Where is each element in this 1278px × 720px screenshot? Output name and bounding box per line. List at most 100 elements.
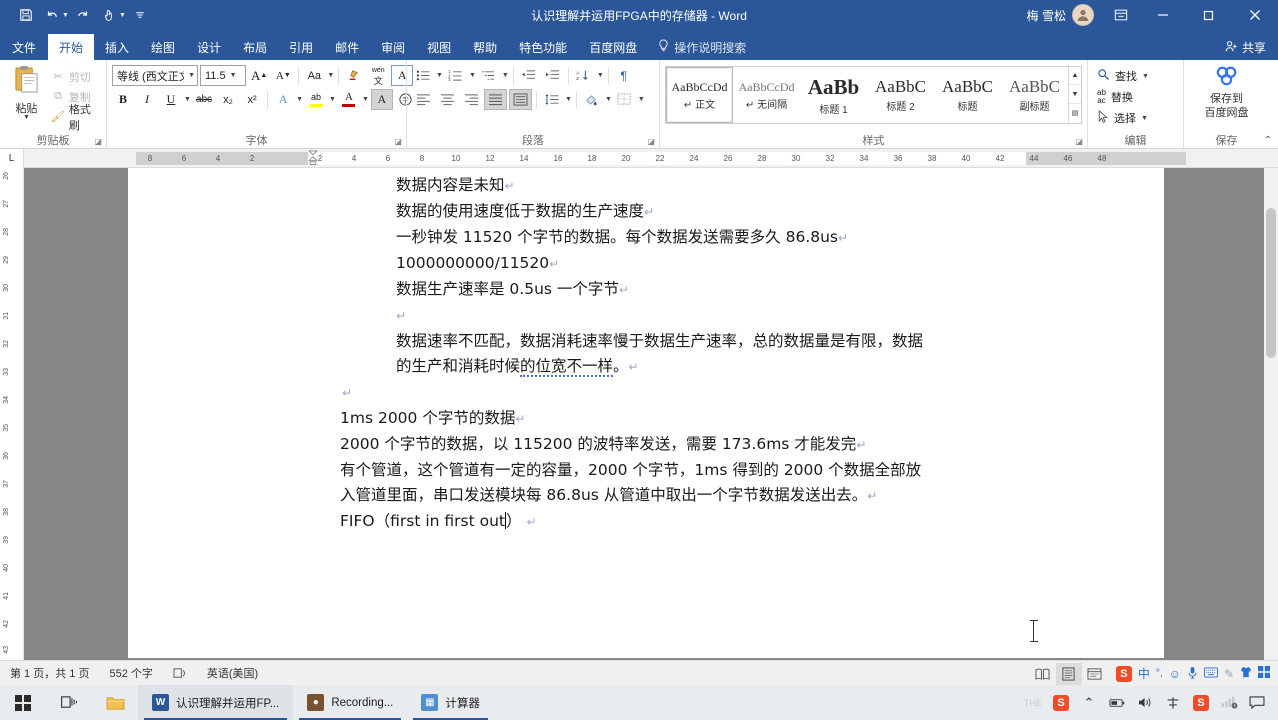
styles-scroll-down-icon[interactable]: ▼	[1069, 86, 1081, 104]
volume-icon[interactable]	[1132, 685, 1158, 720]
paste-button[interactable]: 粘贴 ▼	[5, 63, 48, 121]
customize-qat-icon[interactable]	[128, 4, 152, 26]
italic-button[interactable]: I	[136, 89, 158, 110]
font-color-dropdown-icon[interactable]: ▼	[362, 96, 369, 103]
view-read-mode-button[interactable]	[1030, 663, 1056, 685]
view-print-layout-button[interactable]	[1055, 662, 1082, 685]
text-effects-dropdown-icon[interactable]: ▼	[296, 96, 303, 103]
multilevel-list-button[interactable]	[478, 65, 500, 86]
shading-dropdown-icon[interactable]: ▼	[605, 96, 612, 103]
font-size-dropdown-icon[interactable]: ▼	[228, 72, 237, 79]
file-explorer-button[interactable]	[92, 685, 138, 720]
account-info[interactable]: 梅 雪松	[1019, 0, 1102, 30]
line-spacing-dropdown-icon[interactable]: ▼	[565, 96, 572, 103]
tab-baidu-netdisk[interactable]: 百度网盘	[578, 34, 648, 60]
ime-chinese-mode-icon[interactable]: 中	[1138, 665, 1150, 682]
save-to-baidu-netdisk-button[interactable]: 保存到 百度网盘	[1191, 63, 1263, 120]
increase-font-size-button[interactable]: A ▲	[248, 65, 270, 86]
styles-more-icon[interactable]: ▤	[1069, 105, 1081, 123]
increase-indent-button[interactable]	[542, 65, 564, 86]
tab-special-features[interactable]: 特色功能	[508, 34, 578, 60]
task-view-button[interactable]	[46, 685, 92, 720]
styles-scroll-up-icon[interactable]: ▲	[1069, 67, 1081, 85]
ime-soft-keyboard-icon[interactable]	[1204, 666, 1218, 681]
ime-handwriting-icon[interactable]: ✎	[1224, 667, 1234, 681]
font-name-dropdown-icon[interactable]: ▼	[186, 72, 195, 79]
view-web-layout-button[interactable]	[1082, 663, 1108, 685]
ime-indicator-icon[interactable]	[1160, 685, 1186, 720]
taskbar-item-word[interactable]: W 认识理解并运用FP...	[138, 685, 294, 720]
superscript-button[interactable]: x²	[241, 89, 263, 110]
align-left-button[interactable]	[412, 89, 434, 110]
tab-home[interactable]: 开始	[48, 34, 95, 60]
find-dropdown-icon[interactable]: ▼	[1142, 73, 1149, 80]
ime-emoji-icon[interactable]: ☺	[1169, 667, 1181, 681]
indent-markers-icon[interactable]	[308, 150, 318, 167]
bullets-dropdown-icon[interactable]: ▼	[436, 72, 443, 79]
clear-formatting-button[interactable]	[343, 65, 365, 86]
ime-toolbox-icon[interactable]	[1258, 666, 1270, 681]
paste-dropdown-icon[interactable]: ▼	[23, 114, 30, 121]
sort-button[interactable]: AZ	[573, 65, 595, 86]
font-name-combobox[interactable]: 等线 (西文正文 ▼	[112, 65, 198, 86]
font-dialog-launcher-icon[interactable]: ◪	[394, 137, 402, 146]
proofing-errors-icon[interactable]	[163, 667, 197, 680]
underline-dropdown-icon[interactable]: ▼	[184, 96, 191, 103]
vertical-scrollbar[interactable]	[1264, 168, 1278, 660]
highlight-dropdown-icon[interactable]: ▼	[329, 96, 336, 103]
battery-icon[interactable]	[1104, 685, 1130, 720]
decrease-indent-button[interactable]	[518, 65, 540, 86]
line-spacing-button[interactable]	[541, 89, 563, 110]
avatar[interactable]	[1072, 4, 1094, 26]
sogou-input-tray-icon[interactable]: S	[1188, 685, 1214, 720]
tab-review[interactable]: 审阅	[370, 34, 416, 60]
shading-button[interactable]	[581, 89, 603, 110]
tab-draw[interactable]: 绘图	[140, 34, 186, 60]
tab-help[interactable]: 帮助	[462, 34, 508, 60]
distributed-button[interactable]	[509, 89, 532, 110]
document-canvas[interactable]: 数据内容是未知↵ 数据的使用速度低于数据的生产速度↵ 一秒钟发 11520 个字…	[24, 168, 1264, 660]
tab-layout[interactable]: 布局	[232, 34, 278, 60]
borders-button[interactable]	[614, 89, 636, 110]
style-item-normal[interactable]: AaBbCcDd ↵ 正文	[666, 67, 733, 123]
select-button[interactable]: 选择 ▼	[1093, 108, 1153, 128]
align-center-button[interactable]	[436, 89, 458, 110]
subscript-button[interactable]: x₂	[217, 89, 239, 110]
network-icon[interactable]: !	[1216, 685, 1242, 720]
font-color-button[interactable]: A	[338, 89, 360, 110]
touch-mode-dropdown-icon[interactable]: ▼	[119, 12, 126, 19]
sogou-logo-icon[interactable]: S	[1115, 665, 1132, 682]
sort-dropdown-icon[interactable]: ▼	[597, 72, 604, 79]
numbering-button[interactable]: 123	[445, 65, 467, 86]
undo-dropdown-icon[interactable]: ▼	[62, 12, 69, 19]
find-button[interactable]: 查找 ▼	[1093, 66, 1153, 86]
styles-dialog-launcher-icon[interactable]: ◪	[1075, 137, 1083, 146]
decrease-font-size-button[interactable]: A ▼	[272, 65, 294, 86]
redo-icon[interactable]	[71, 4, 95, 26]
ime-skin-icon[interactable]	[1240, 666, 1252, 681]
tab-design[interactable]: 设计	[186, 34, 232, 60]
word-count[interactable]: 552 个字	[99, 665, 162, 681]
bold-button[interactable]: B	[112, 89, 134, 110]
tab-file[interactable]: 文件	[0, 34, 48, 60]
underline-button[interactable]: U	[160, 89, 182, 110]
close-button[interactable]	[1232, 0, 1278, 30]
replace-button[interactable]: ab ac 替换	[1093, 87, 1153, 107]
ime-punctuation-icon[interactable]: °,	[1156, 668, 1163, 679]
paragraph-dialog-launcher-icon[interactable]: ◪	[647, 137, 655, 146]
justify-button[interactable]	[484, 89, 507, 110]
start-button[interactable]	[0, 685, 46, 720]
horizontal-ruler[interactable]: L 8642 2468 10 12 14 16 18 20 22 24 26 28 30 32 3…	[0, 148, 1278, 168]
page-text-body[interactable]: 数据内容是未知↵ 数据的使用速度低于数据的生产速度↵ 一秒钟发 11520 个字…	[340, 173, 1100, 535]
borders-dropdown-icon[interactable]: ▼	[638, 96, 645, 103]
touch-mode-icon[interactable]	[97, 4, 121, 26]
change-case-button[interactable]: Aa	[303, 65, 325, 86]
text-effects-button[interactable]: A	[272, 89, 294, 110]
bullets-button[interactable]	[412, 65, 434, 86]
taskbar-item-recording[interactable]: ● Recording...	[293, 685, 407, 720]
tab-mailings[interactable]: 邮件	[324, 34, 370, 60]
multilevel-dropdown-icon[interactable]: ▼	[502, 72, 509, 79]
font-size-combobox[interactable]: 11.5 ▼	[200, 65, 246, 86]
tab-view[interactable]: 视图	[416, 34, 462, 60]
scrollbar-thumb[interactable]	[1266, 208, 1276, 358]
